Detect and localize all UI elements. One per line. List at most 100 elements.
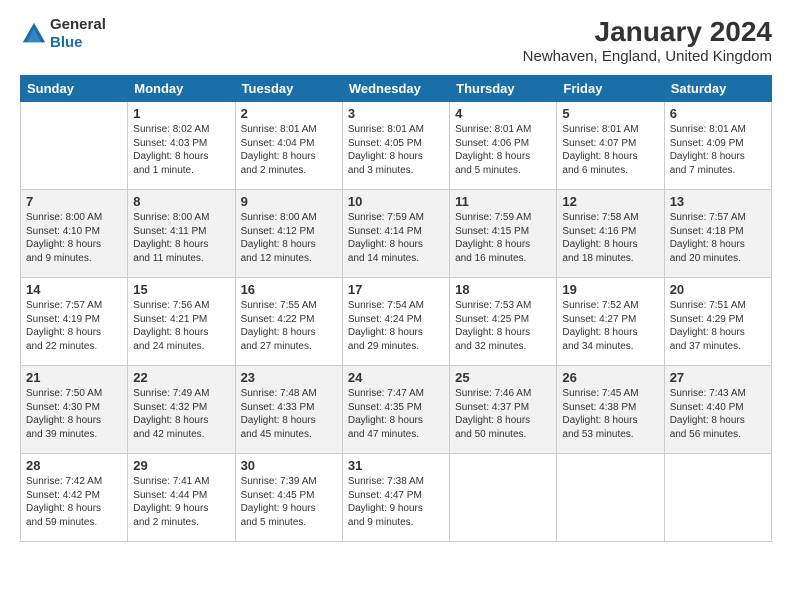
table-row: 25 Sunrise: 7:46 AM Sunset: 4:37 PM Dayli… [450, 366, 557, 454]
day-info: Sunrise: 7:39 AM Sunset: 4:45 PM Dayligh… [241, 475, 337, 529]
table-row: 11 Sunrise: 7:59 AM Sunset: 4:15 PM Dayli… [450, 190, 557, 278]
col-wednesday: Wednesday [342, 76, 449, 102]
table-row: 9 Sunrise: 8:00 AM Sunset: 4:12 PM Daylig… [235, 190, 342, 278]
table-row: 20 Sunrise: 7:51 AM Sunset: 4:29 PM Dayli… [664, 278, 771, 366]
table-row: 4 Sunrise: 8:01 AM Sunset: 4:06 PM Daylig… [450, 102, 557, 190]
col-saturday: Saturday [664, 76, 771, 102]
table-row [450, 454, 557, 542]
day-number: 6 [670, 106, 766, 121]
calendar-week-row: 14 Sunrise: 7:57 AM Sunset: 4:19 PM Dayli… [21, 278, 772, 366]
day-info: Sunrise: 7:49 AM Sunset: 4:32 PM Dayligh… [133, 387, 229, 441]
day-number: 18 [455, 282, 551, 297]
day-number: 13 [670, 194, 766, 209]
table-row: 18 Sunrise: 7:53 AM Sunset: 4:25 PM Dayli… [450, 278, 557, 366]
day-number: 14 [26, 282, 122, 297]
day-info: Sunrise: 7:59 AM Sunset: 4:14 PM Dayligh… [348, 211, 444, 265]
day-info: Sunrise: 7:54 AM Sunset: 4:24 PM Dayligh… [348, 299, 444, 353]
day-info: Sunrise: 8:00 AM Sunset: 4:12 PM Dayligh… [241, 211, 337, 265]
table-row: 5 Sunrise: 8:01 AM Sunset: 4:07 PM Daylig… [557, 102, 664, 190]
day-info: Sunrise: 8:01 AM Sunset: 4:06 PM Dayligh… [455, 123, 551, 177]
calendar-week-row: 1Sunrise: 8:02 AM Sunset: 4:03 PM Daylig… [21, 102, 772, 190]
table-row: 31 Sunrise: 7:38 AM Sunset: 4:47 PM Dayli… [342, 454, 449, 542]
day-number: 17 [348, 282, 444, 297]
table-row: 28 Sunrise: 7:42 AM Sunset: 4:42 PM Dayli… [21, 454, 128, 542]
day-number: 8 [133, 194, 229, 209]
day-info: Sunrise: 7:56 AM Sunset: 4:21 PM Dayligh… [133, 299, 229, 353]
day-number: 28 [26, 458, 122, 473]
table-row: 22 Sunrise: 7:49 AM Sunset: 4:32 PM Dayli… [128, 366, 235, 454]
table-row: 1Sunrise: 8:02 AM Sunset: 4:03 PM Daylig… [128, 102, 235, 190]
table-row: 8Sunrise: 8:00 AM Sunset: 4:11 PM Daylig… [128, 190, 235, 278]
day-number: 3 [348, 106, 444, 121]
table-row: 2 Sunrise: 8:01 AM Sunset: 4:04 PM Daylig… [235, 102, 342, 190]
day-number: 22 [133, 370, 229, 385]
day-info: Sunrise: 7:45 AM Sunset: 4:38 PM Dayligh… [562, 387, 658, 441]
table-row [557, 454, 664, 542]
day-info: Sunrise: 7:57 AM Sunset: 4:18 PM Dayligh… [670, 211, 766, 265]
day-info: Sunrise: 8:01 AM Sunset: 4:09 PM Dayligh… [670, 123, 766, 177]
day-info: Sunrise: 7:38 AM Sunset: 4:47 PM Dayligh… [348, 475, 444, 529]
day-number: 27 [670, 370, 766, 385]
day-number: 12 [562, 194, 658, 209]
day-number: 29 [133, 458, 229, 473]
table-row: 7 Sunrise: 8:00 AM Sunset: 4:10 PM Daylig… [21, 190, 128, 278]
day-info: Sunrise: 7:51 AM Sunset: 4:29 PM Dayligh… [670, 299, 766, 353]
day-number: 19 [562, 282, 658, 297]
page-container: General Blue January 2024 Newhaven, Engl… [0, 0, 792, 612]
day-number: 25 [455, 370, 551, 385]
col-sunday: Sunday [21, 76, 128, 102]
day-number: 24 [348, 370, 444, 385]
col-thursday: Thursday [450, 76, 557, 102]
logo-icon [20, 20, 48, 48]
day-number: 2 [241, 106, 337, 121]
day-number: 30 [241, 458, 337, 473]
table-row: 10 Sunrise: 7:59 AM Sunset: 4:14 PM Dayli… [342, 190, 449, 278]
calendar-week-row: 28 Sunrise: 7:42 AM Sunset: 4:42 PM Dayli… [21, 454, 772, 542]
table-row [664, 454, 771, 542]
day-number: 15 [133, 282, 229, 297]
table-row: 3 Sunrise: 8:01 AM Sunset: 4:05 PM Daylig… [342, 102, 449, 190]
day-number: 26 [562, 370, 658, 385]
table-row: 16 Sunrise: 7:55 AM Sunset: 4:22 PM Dayli… [235, 278, 342, 366]
day-number: 4 [455, 106, 551, 121]
subtitle: Newhaven, England, United Kingdom [523, 48, 772, 65]
table-row: 27Sunrise: 7:43 AM Sunset: 4:40 PM Dayli… [664, 366, 771, 454]
day-number: 1 [133, 106, 229, 121]
day-info: Sunrise: 7:42 AM Sunset: 4:42 PM Dayligh… [26, 475, 122, 529]
calendar-table: Sunday Monday Tuesday Wednesday Thursday… [20, 75, 772, 542]
day-info: Sunrise: 7:47 AM Sunset: 4:35 PM Dayligh… [348, 387, 444, 441]
day-info: Sunrise: 7:59 AM Sunset: 4:15 PM Dayligh… [455, 211, 551, 265]
day-number: 31 [348, 458, 444, 473]
day-info: Sunrise: 7:52 AM Sunset: 4:27 PM Dayligh… [562, 299, 658, 353]
day-info: Sunrise: 7:46 AM Sunset: 4:37 PM Dayligh… [455, 387, 551, 441]
day-number: 5 [562, 106, 658, 121]
day-info: Sunrise: 7:57 AM Sunset: 4:19 PM Dayligh… [26, 299, 122, 353]
day-number: 10 [348, 194, 444, 209]
day-number: 7 [26, 194, 122, 209]
day-info: Sunrise: 8:01 AM Sunset: 4:04 PM Dayligh… [241, 123, 337, 177]
day-info: Sunrise: 7:55 AM Sunset: 4:22 PM Dayligh… [241, 299, 337, 353]
title-section: January 2024 Newhaven, England, United K… [523, 16, 772, 65]
table-row: 26 Sunrise: 7:45 AM Sunset: 4:38 PM Dayli… [557, 366, 664, 454]
day-info: Sunrise: 8:00 AM Sunset: 4:10 PM Dayligh… [26, 211, 122, 265]
day-info: Sunrise: 7:41 AM Sunset: 4:44 PM Dayligh… [133, 475, 229, 529]
day-number: 23 [241, 370, 337, 385]
day-info: Sunrise: 7:48 AM Sunset: 4:33 PM Dayligh… [241, 387, 337, 441]
day-info: Sunrise: 8:01 AM Sunset: 4:07 PM Dayligh… [562, 123, 658, 177]
logo-blue: Blue [50, 34, 83, 51]
day-info: Sunrise: 8:01 AM Sunset: 4:05 PM Dayligh… [348, 123, 444, 177]
table-row [21, 102, 128, 190]
table-row: 30 Sunrise: 7:39 AM Sunset: 4:45 PM Dayli… [235, 454, 342, 542]
day-number: 20 [670, 282, 766, 297]
day-info: Sunrise: 7:58 AM Sunset: 4:16 PM Dayligh… [562, 211, 658, 265]
calendar-week-row: 21Sunrise: 7:50 AM Sunset: 4:30 PM Dayli… [21, 366, 772, 454]
day-number: 9 [241, 194, 337, 209]
main-title: January 2024 [523, 16, 772, 48]
day-info: Sunrise: 7:53 AM Sunset: 4:25 PM Dayligh… [455, 299, 551, 353]
logo-general: General [50, 16, 106, 33]
day-number: 16 [241, 282, 337, 297]
calendar-header-row: Sunday Monday Tuesday Wednesday Thursday… [21, 76, 772, 102]
col-monday: Monday [128, 76, 235, 102]
table-row: 24 Sunrise: 7:47 AM Sunset: 4:35 PM Dayli… [342, 366, 449, 454]
day-number: 11 [455, 194, 551, 209]
